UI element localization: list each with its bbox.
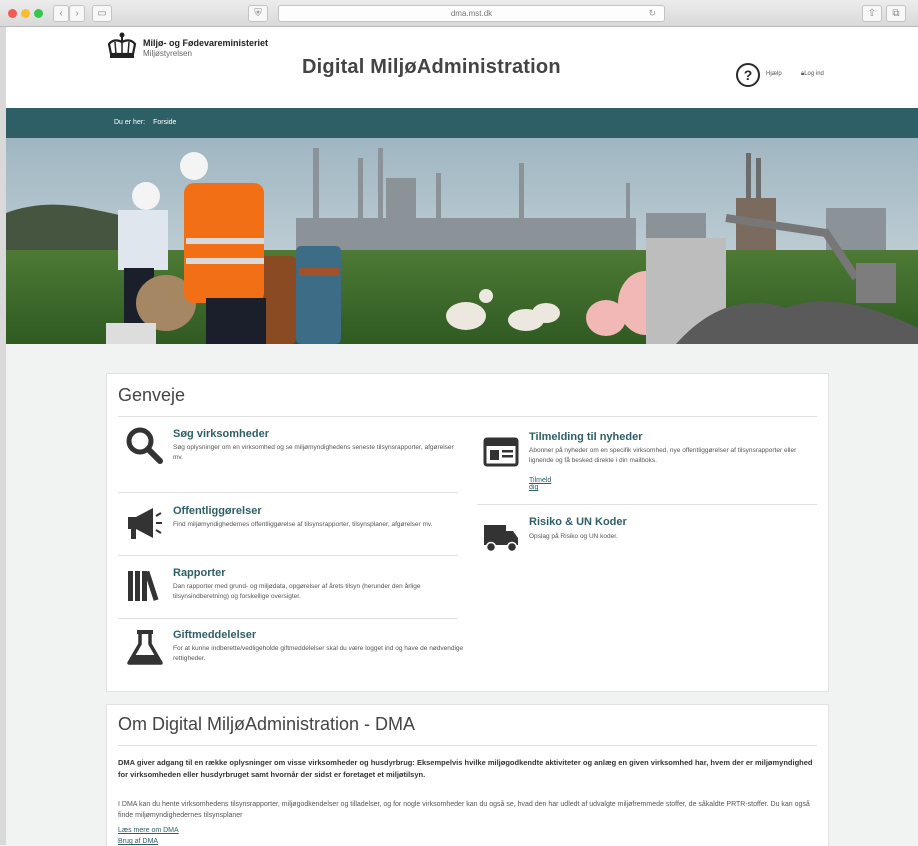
shortcut-title[interactable]: Tilmelding til nyheder <box>529 431 642 443</box>
ministry-name: Miljø- og Fødevareministeriet <box>143 38 269 48</box>
shortcut-title[interactable]: Giftmeddelelser <box>173 629 256 641</box>
shortcut-title[interactable]: Offentliggørelser <box>173 505 262 517</box>
page-title: Digital MiljøAdministration <box>302 56 561 78</box>
subscribe-link[interactable]: Tilmeld dig <box>529 477 551 491</box>
sidebar-toggle-button[interactable]: ▭ <box>92 5 112 22</box>
truck-icon <box>484 525 518 553</box>
reload-icon[interactable]: ↻ <box>648 6 656 21</box>
flask-icon <box>127 630 163 665</box>
newsletter-icon <box>483 437 519 467</box>
shortcut-description: Find miljømyndighedernes offentliggørels… <box>173 521 433 528</box>
shortcut-title[interactable]: Søg virksomheder <box>173 428 269 440</box>
breadcrumb-prefix: Du er her: <box>114 119 146 126</box>
divider <box>118 555 458 556</box>
usage-link[interactable]: Brug af DMA <box>118 838 158 845</box>
address-bar[interactable]: dma.mst.dk ↻ <box>278 5 665 22</box>
shortcut-description: Abonner på nyheder om en specifik virkso… <box>529 447 797 464</box>
help-icon[interactable]: ? <box>736 63 760 87</box>
divider <box>118 492 458 493</box>
shortcuts-card: Genveje Søg virksomheder Søg oplysninger… <box>106 373 829 692</box>
search-icon <box>126 427 163 464</box>
url-text: dma.mst.dk <box>450 9 493 18</box>
divider <box>118 416 817 417</box>
about-intro: DMA giver adgang til en række oplysninge… <box>118 758 813 779</box>
divider <box>118 745 817 746</box>
shortcut-title[interactable]: Risiko & UN Koder <box>529 516 627 528</box>
help-link[interactable]: Hjælp <box>766 71 782 77</box>
megaphone-icon <box>128 508 162 539</box>
breadcrumb: Du er her: Forside <box>6 108 918 138</box>
shortcut-description: Dan rapporter med grund- og miljødata, o… <box>173 583 421 600</box>
shortcut-description: For at kunne indberette/vedligeholde gif… <box>173 645 464 662</box>
shortcuts-title: Genveje <box>118 385 186 405</box>
about-title: Om Digital MiljøAdministration - DMA <box>118 714 416 734</box>
divider <box>477 504 817 505</box>
hero-image <box>6 138 918 344</box>
browser-toolbar: ‹ › ▭ ⛨ dma.mst.dk ↻ ⇧ ⧉ <box>0 0 918 27</box>
share-button[interactable]: ⇧ <box>862 5 882 22</box>
divider <box>118 618 458 619</box>
shortcut-description: Søg oplysninger om en virksomhed og se m… <box>173 444 454 461</box>
minimize-window-button[interactable] <box>21 9 30 18</box>
about-body: I DMA kan du hente virksomhedens tilsyns… <box>118 801 810 819</box>
forward-button[interactable]: › <box>69 5 85 22</box>
back-button[interactable]: ‹ <box>53 5 69 22</box>
breadcrumb-trail: Du er her: Forside <box>114 119 182 126</box>
zoom-window-button[interactable] <box>34 9 43 18</box>
close-window-button[interactable] <box>8 9 17 18</box>
breadcrumb-current[interactable]: Forside <box>153 119 176 126</box>
shield-icon[interactable]: ⛨ <box>248 5 268 22</box>
tabs-button[interactable]: ⧉ <box>886 5 906 22</box>
agency-name: Miljøstyrelsen <box>143 49 192 58</box>
shortcut-description: Opslag på Risiko og UN koder. <box>529 533 618 540</box>
login-link[interactable]: 🔒︎Log ind <box>801 71 824 78</box>
read-more-link[interactable]: Læs mere om DMA <box>118 827 179 834</box>
books-icon <box>128 570 159 601</box>
about-card: Om Digital MiljøAdministration - DMA DMA… <box>106 704 829 846</box>
site-header: Miljø- og Fødevareministeriet Miljøstyre… <box>6 27 918 108</box>
crown-logo-icon[interactable] <box>106 32 138 62</box>
shortcut-title[interactable]: Rapporter <box>173 567 226 579</box>
